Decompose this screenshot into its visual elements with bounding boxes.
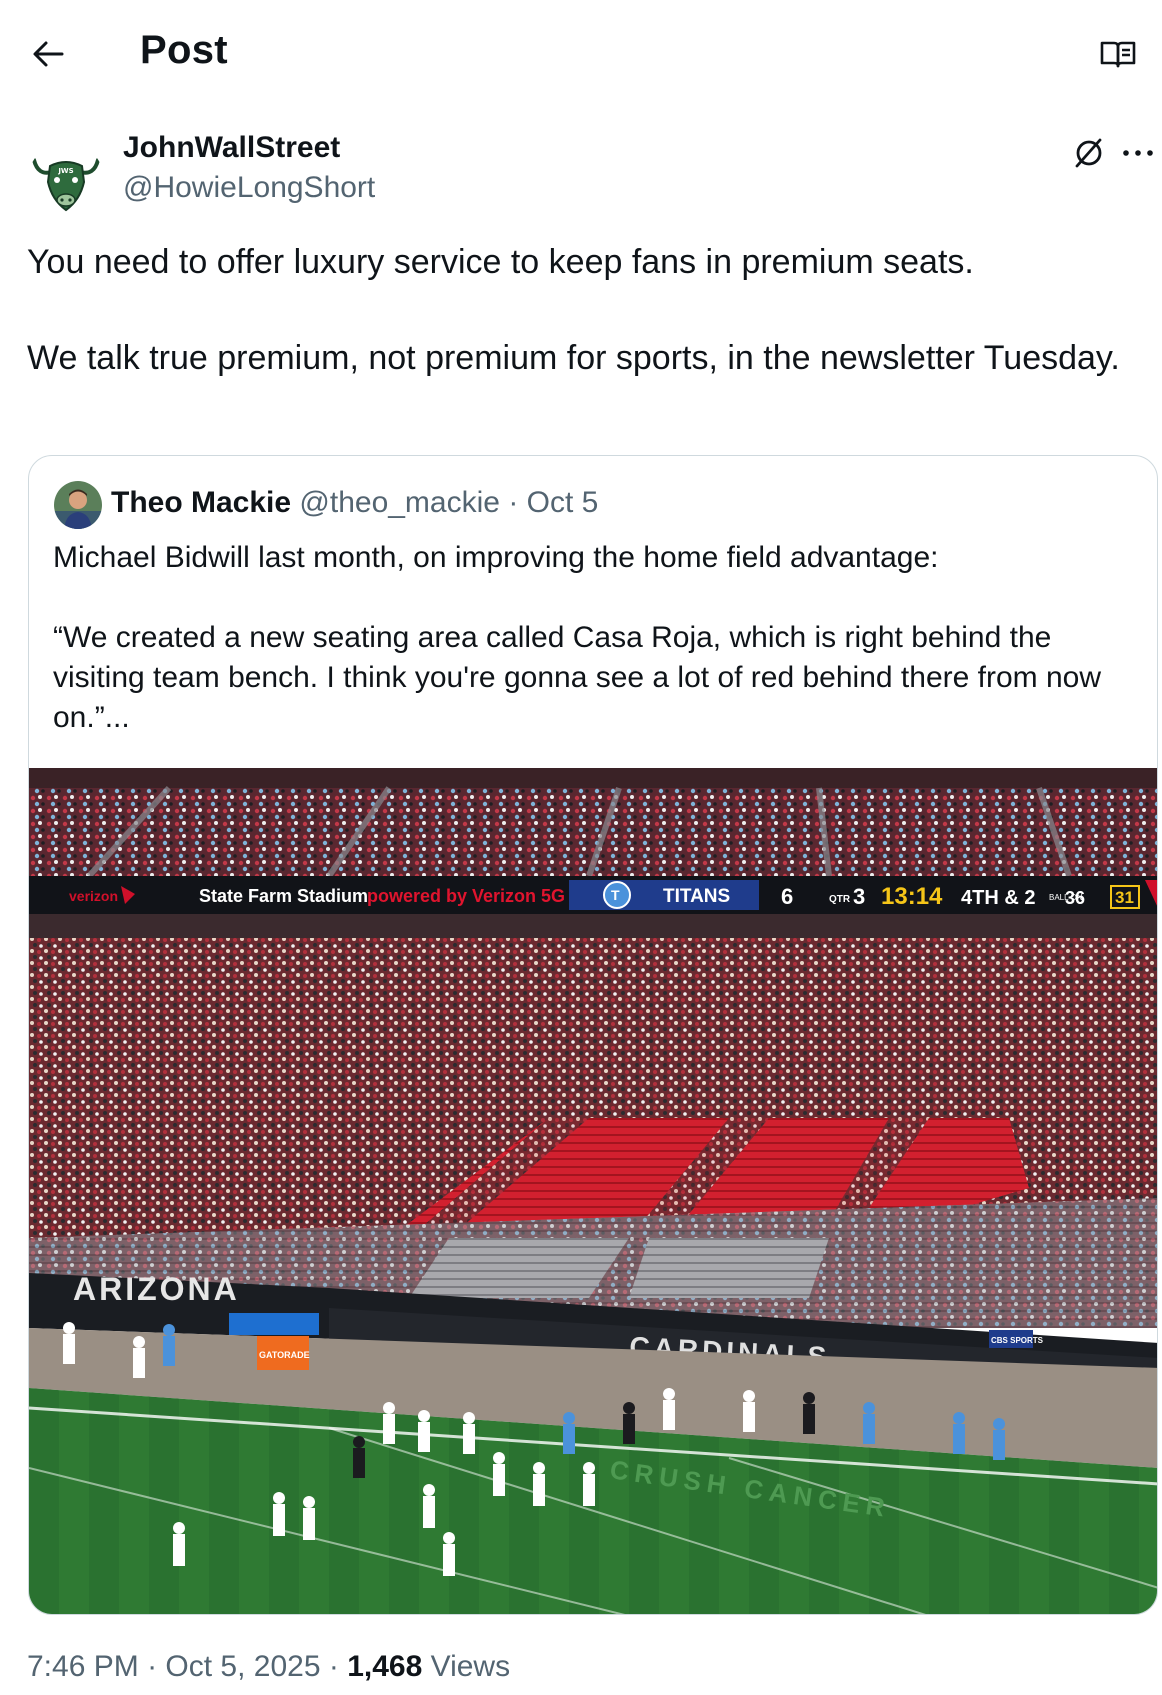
- person-photo-icon: [54, 481, 102, 529]
- tweet-paragraph: We talk true premium, not premium for sp…: [27, 339, 1120, 377]
- meta-separator: ·: [320, 1650, 348, 1683]
- stadium-photo-illustration: verizon State Farm Stadium powered by Ve…: [29, 768, 1157, 1614]
- ribbon-brand: verizon: [69, 888, 118, 904]
- back-button[interactable]: [28, 34, 68, 74]
- author-handle[interactable]: @HowieLongShort: [123, 171, 375, 205]
- ribbon-stadium: State Farm Stadium: [199, 886, 368, 906]
- meta-separator: ·: [138, 1650, 166, 1683]
- ribbon-powered: powered by Verizon 5G: [367, 886, 565, 906]
- tweet-text: You need to offer luxury service to keep…: [27, 238, 1127, 382]
- views-count[interactable]: 1,468: [347, 1650, 422, 1683]
- broadcast-tag: CBS SPORTS: [991, 1336, 1044, 1345]
- separator-dot: ·: [508, 486, 519, 519]
- quoted-author-name[interactable]: Theo Mackie: [111, 486, 291, 519]
- quoted-text: Michael Bidwill last month, on improving…: [53, 538, 1143, 738]
- reader-mode-button[interactable]: [1098, 36, 1138, 72]
- views-label: Views: [422, 1650, 511, 1683]
- quoted-paragraph: “We created a new seating area called Ca…: [53, 621, 1102, 734]
- grok-button[interactable]: [1068, 132, 1110, 174]
- tweet-paragraph: You need to offer luxury service to keep…: [27, 243, 974, 281]
- post-date[interactable]: Oct 5, 2025: [165, 1650, 320, 1683]
- top-bar: Post: [0, 0, 1162, 105]
- quarter: 3: [853, 884, 865, 909]
- play-clock: 31: [1115, 888, 1134, 907]
- quoted-author-avatar[interactable]: [54, 481, 102, 529]
- more-options-button[interactable]: [1118, 132, 1158, 174]
- open-book-icon: [1100, 41, 1136, 68]
- sideline-sign: GATORADE: [259, 1350, 310, 1360]
- wall-text: ARIZONA: [73, 1271, 240, 1307]
- team-score: 6: [781, 884, 793, 909]
- quoted-date[interactable]: Oct 5: [527, 486, 599, 519]
- more-horizontal-icon: [1123, 150, 1153, 156]
- post-time[interactable]: 7:46 PM: [27, 1650, 139, 1683]
- author-avatar[interactable]: JWS: [28, 142, 104, 218]
- down-distance: 4TH & 2: [961, 887, 1035, 909]
- team-name: TITANS: [663, 886, 730, 907]
- quoted-header: Theo Mackie @theo_mackie · Oct 5: [111, 486, 598, 520]
- arrow-left-icon: [33, 41, 64, 67]
- page-title: Post: [140, 28, 228, 72]
- author-name[interactable]: JohnWallStreet: [123, 131, 340, 165]
- quoted-post-card[interactable]: Theo Mackie @theo_mackie · Oct 5 Michael…: [28, 455, 1158, 1615]
- quoted-author-handle[interactable]: @theo_mackie: [299, 486, 500, 519]
- quoted-paragraph: Michael Bidwill last month, on improving…: [53, 541, 939, 574]
- avatar-logo-text: JWS: [57, 167, 73, 175]
- post-meta: 7:46 PM · Oct 5, 2025 · 1,468 Views: [27, 1650, 510, 1684]
- svg-text:T: T: [611, 887, 620, 903]
- slashed-circle-icon: [1075, 138, 1102, 168]
- stadium-photo[interactable]: verizon State Farm Stadium powered by Ve…: [29, 768, 1157, 1614]
- quarter-label: QTR: [829, 894, 851, 905]
- ball-on: 36: [1065, 888, 1085, 908]
- game-clock: 13:14: [881, 883, 943, 910]
- bull-logo-icon: JWS: [28, 142, 104, 218]
